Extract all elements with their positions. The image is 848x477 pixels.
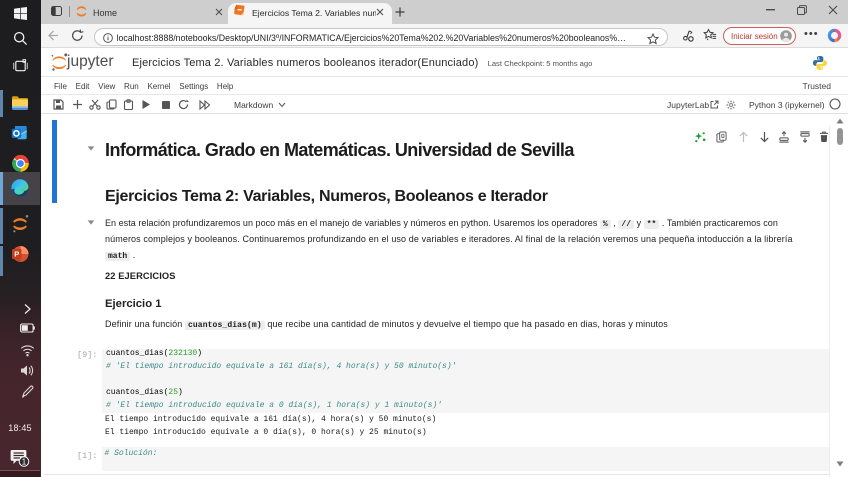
svg-text:P: P xyxy=(14,250,19,259)
svg-text:1: 1 xyxy=(22,458,27,467)
